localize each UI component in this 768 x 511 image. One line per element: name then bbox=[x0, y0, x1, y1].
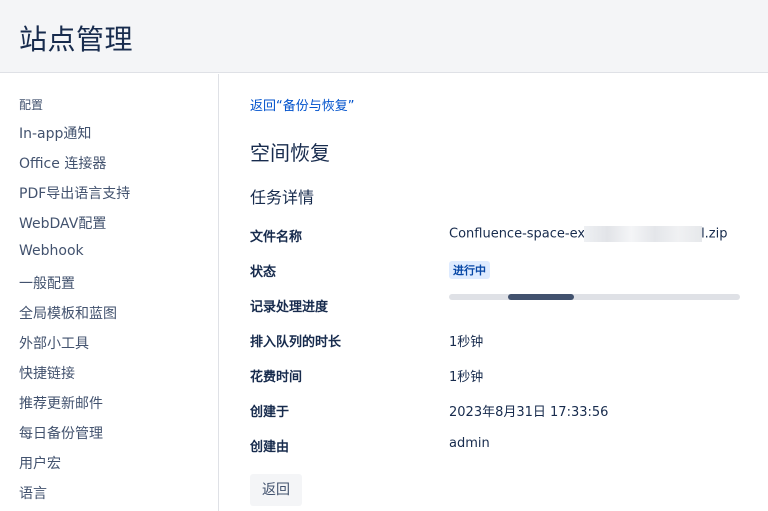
created-by-value: admin bbox=[449, 436, 490, 451]
elapsed-time-label: 花费时间 bbox=[250, 370, 303, 385]
sidebar-item-in-app-notification[interactable]: In-app通知 bbox=[19, 123, 91, 143]
page-title: 站点管理 bbox=[19, 23, 134, 56]
sidebar-item-shortcut-links[interactable]: 快捷链接 bbox=[19, 363, 75, 383]
space-restore-title: 空间恢复 bbox=[250, 141, 330, 165]
sidebar-section-label: 配置 bbox=[19, 98, 44, 112]
progress-bar bbox=[449, 294, 740, 300]
sidebar-item-daily-backup[interactable]: 每日备份管理 bbox=[19, 423, 103, 443]
status-label: 状态 bbox=[250, 265, 277, 280]
progress-label: 记录处理进度 bbox=[250, 300, 329, 315]
file-name-value: Confluence-space-ex l.zip bbox=[449, 226, 728, 242]
queued-duration-value: 1秒钟 bbox=[449, 335, 484, 350]
progress-bar-fill bbox=[508, 294, 574, 300]
file-name-suffix: l.zip bbox=[701, 226, 728, 242]
created-at-label: 创建于 bbox=[250, 405, 290, 420]
sidebar-item-external-gadgets[interactable]: 外部小工具 bbox=[19, 333, 89, 353]
task-details-heading: 任务详情 bbox=[250, 188, 315, 207]
main-content: 返回“备份与恢复” 空间恢复 任务详情 文件名称 Confluence-spac… bbox=[250, 74, 750, 511]
sidebar-item-webhook[interactable]: Webhook bbox=[19, 243, 84, 259]
created-at-value: 2023年8月31日 17:33:56 bbox=[449, 405, 609, 420]
sidebar-item-pdf-export-language[interactable]: PDF导出语言支持 bbox=[19, 183, 130, 203]
sidebar-item-office-connector[interactable]: Office 连接器 bbox=[19, 153, 106, 173]
sidebar-item-general-config[interactable]: 一般配置 bbox=[19, 273, 75, 293]
elapsed-time-value: 1秒钟 bbox=[449, 370, 484, 385]
sidebar-item-user-macros[interactable]: 用户宏 bbox=[19, 453, 61, 473]
page-header: 站点管理 bbox=[0, 0, 768, 73]
status-badge: 进行中 bbox=[449, 261, 490, 279]
back-button[interactable]: 返回 bbox=[250, 474, 302, 506]
sidebar: 配置 In-app通知 Office 连接器 PDF导出语言支持 WebDAV配… bbox=[0, 74, 219, 511]
sidebar-item-global-templates[interactable]: 全局模板和蓝图 bbox=[19, 303, 117, 323]
back-to-backup-restore-link[interactable]: 返回“备份与恢复” bbox=[250, 95, 354, 114]
sidebar-item-language[interactable]: 语言 bbox=[19, 483, 47, 503]
queued-duration-label: 排入队列的时长 bbox=[250, 335, 342, 350]
file-name-prefix: Confluence-space-ex bbox=[449, 226, 586, 242]
sidebar-item-webdav-config[interactable]: WebDAV配置 bbox=[19, 213, 106, 233]
redacted-blur bbox=[584, 226, 703, 242]
created-by-label: 创建由 bbox=[250, 440, 290, 455]
sidebar-item-recommended-updates-email[interactable]: 推荐更新邮件 bbox=[19, 393, 103, 413]
file-name-label: 文件名称 bbox=[250, 230, 303, 245]
